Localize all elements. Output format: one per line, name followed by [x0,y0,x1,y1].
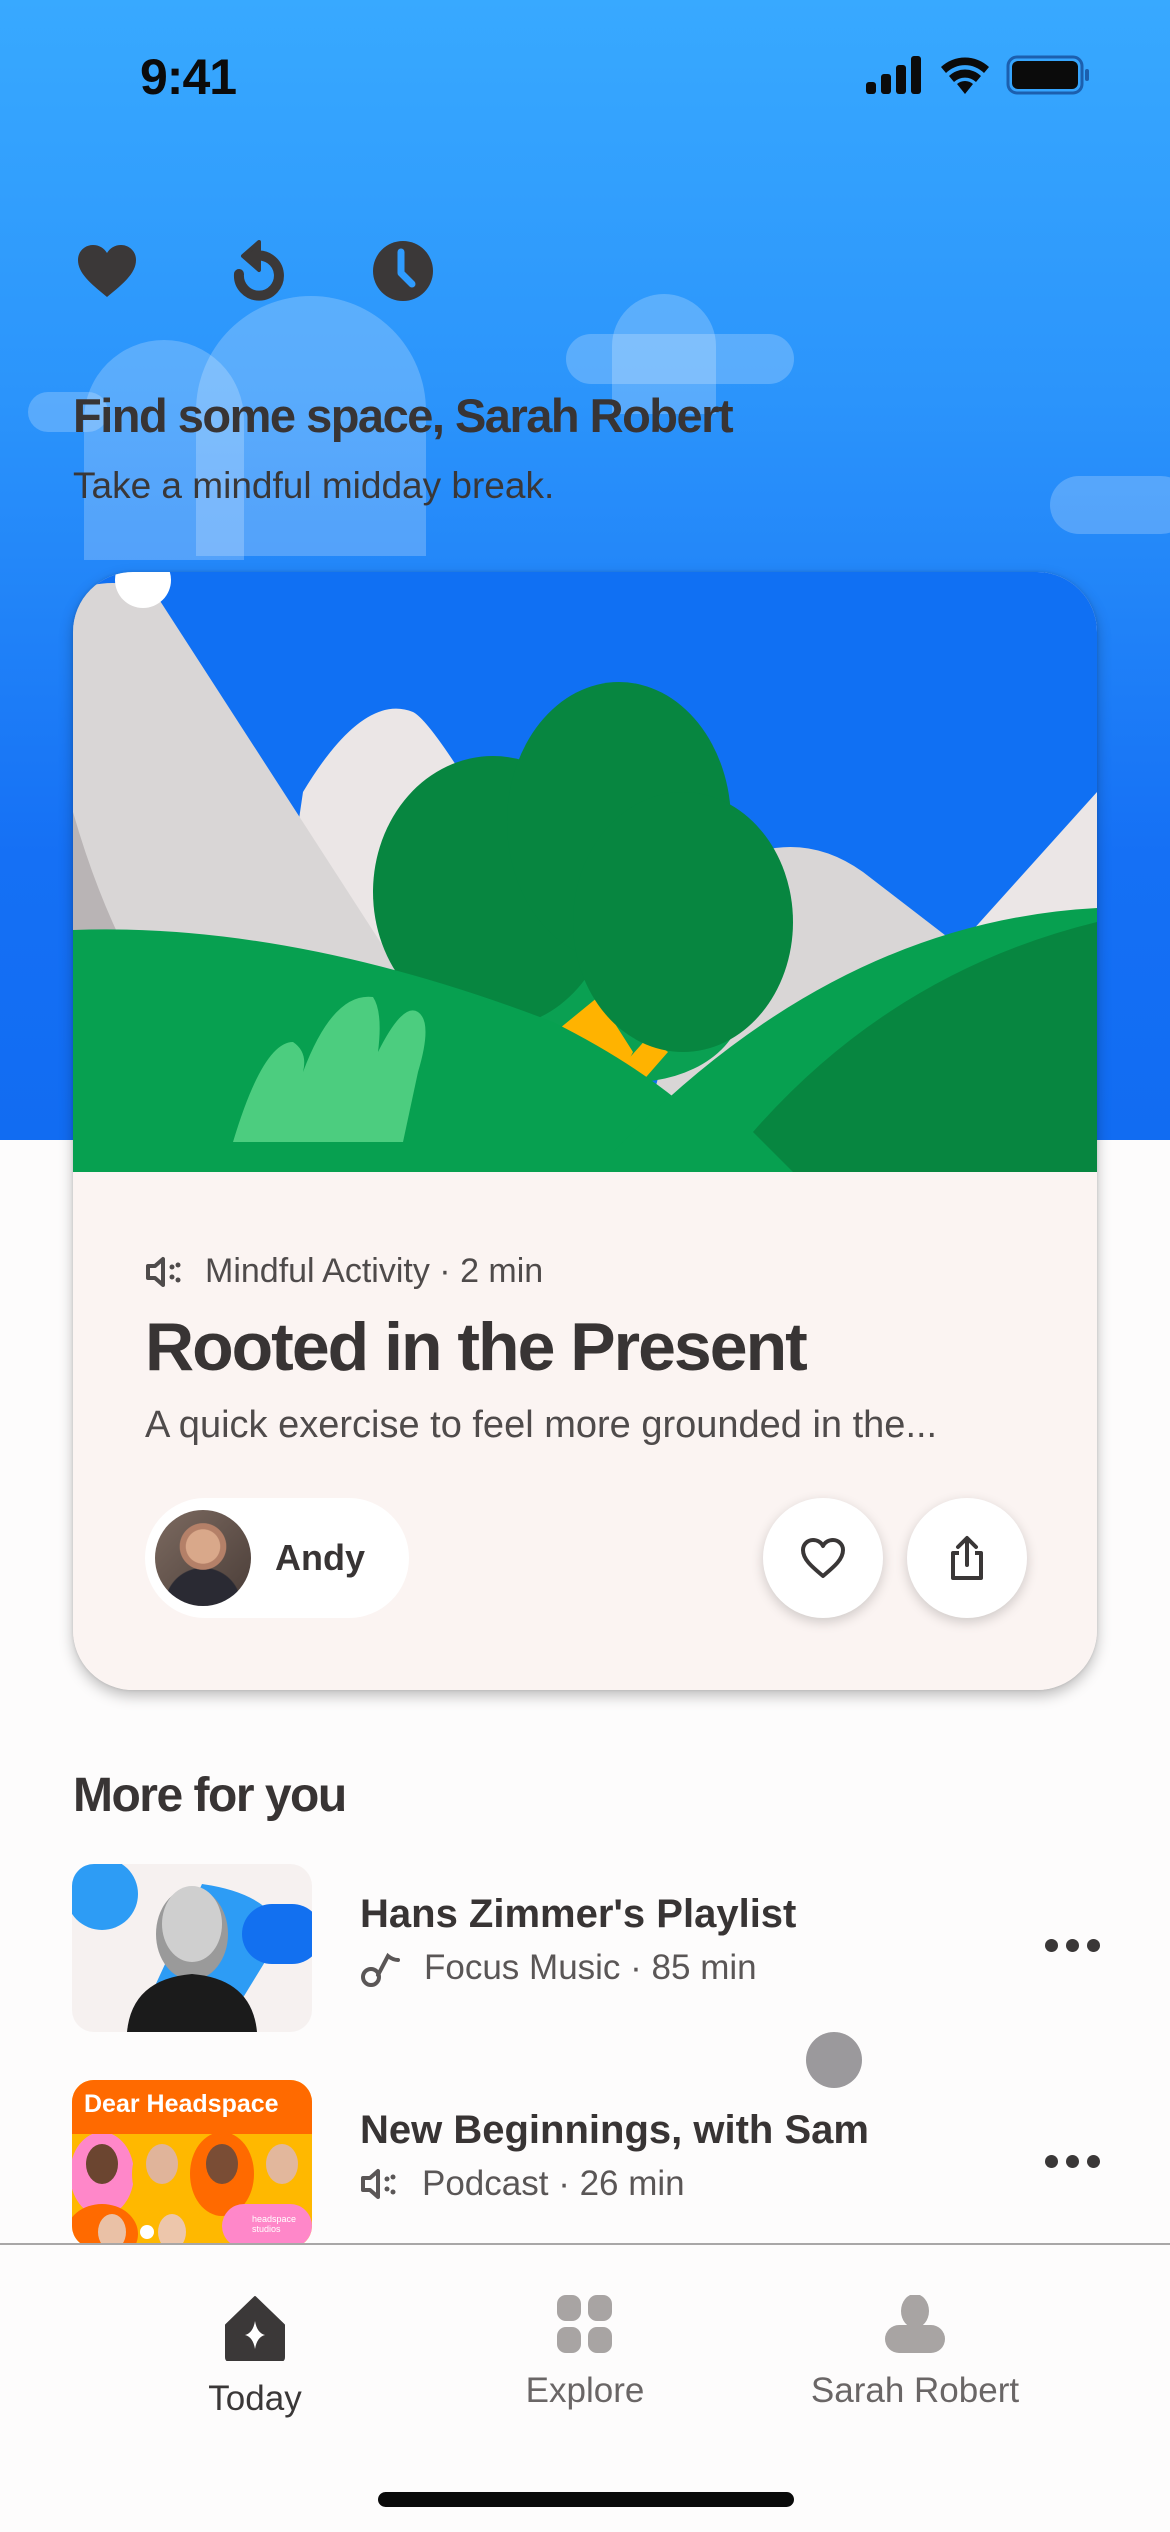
dear-headspace-thumbnail: Dear Headspace headspace studios [72,2080,312,2248]
dot [1044,1938,1058,1952]
status-icons [866,55,1090,95]
card-body: Mindful Activity · 2 min Rooted in the P… [73,1172,1097,1690]
today-home-icon [225,2296,285,2361]
wifi-icon [941,57,989,94]
dot [1086,2154,1100,2168]
recent-button[interactable] [222,238,288,304]
explore-grid-icon [557,2295,612,2353]
cellular-signal-icon [866,56,921,94]
thumbnail-badge: headspace studios [252,2214,297,2234]
section-title-more-for-you: More for you [73,1769,347,1822]
cloud [1050,476,1170,534]
status-time: 9:41 [140,49,237,105]
share-button[interactable] [907,1498,1027,1618]
tab-profile[interactable]: Sarah Robert [765,2295,1065,2411]
home-indicator[interactable] [378,2492,794,2507]
session-meta: Mindful Activity · 2 min [145,1252,543,1291]
replay-icon [233,240,284,301]
favorites-button[interactable] [74,238,140,304]
session-meta-text: Mindful Activity · 2 min [205,1252,544,1290]
profile-icon [885,2295,945,2353]
thumbnail-title: Dear Headspace [84,2090,279,2118]
cloud [84,340,244,560]
dot [1065,2154,1079,2168]
tab-label: Sarah Robert [810,2371,1020,2410]
heart-filled-icon [78,245,136,297]
item-meta: Focus Music · 85 min [360,1948,757,1988]
audio-speaker-icon [361,2169,396,2199]
quick-actions [74,238,436,304]
hans-zimmer-thumbnail [72,1864,312,2032]
item-title: Hans Zimmer's Playlist [360,1892,797,1936]
dot [1086,1938,1100,1952]
teacher-name: Andy [275,1537,365,1578]
status-bar: 9:41 [0,0,1170,150]
item-title: New Beginnings, with Sam [360,2108,869,2152]
tree-mountains-illustration [73,572,1097,1172]
more-options-button[interactable] [1032,1920,1112,1970]
tab-label: Explore [525,2371,645,2410]
greeting-title: Find some space, Sarah Robert [73,389,734,442]
cloud [566,334,794,384]
teacher-chip[interactable]: Andy [145,1498,409,1618]
item-meta-text: Podcast · 26 min [422,2164,685,2203]
music-note-icon [361,1952,400,1987]
history-button[interactable] [370,238,436,304]
tab-today[interactable]: Today [105,2295,405,2419]
heart-outline-icon [801,1538,845,1578]
battery-full-icon [1006,55,1089,95]
list-item[interactable]: Hans Zimmer's Playlist Focus Music · 85 … [72,1864,1112,2032]
item-meta: Podcast · 26 min [360,2164,685,2204]
tab-explore[interactable]: Explore [435,2295,735,2411]
tab-bar: Today Explore Sarah Robert [0,2243,1170,2532]
share-icon [951,1536,983,1580]
dot [1065,1938,1079,1952]
andy-avatar [155,1510,251,1606]
touch-indicator [806,2032,862,2088]
dot [1044,2154,1058,2168]
favorite-button[interactable] [763,1498,883,1618]
greeting-subtitle: Take a mindful midday break. [73,465,555,506]
list-item[interactable]: Dear Headspace headspace studios New Beg… [72,2080,1112,2248]
more-options-button[interactable] [1032,2136,1112,2186]
session-title: Rooted in the Present [145,1309,808,1385]
audio-speaker-icon [146,1256,181,1287]
item-meta-text: Focus Music · 85 min [424,1948,757,1987]
tab-label: Today [208,2379,302,2418]
featured-session-card[interactable]: Mindful Activity · 2 min Rooted in the P… [73,572,1097,1690]
session-description: A quick exercise to feel more grounded i… [145,1404,938,1446]
clock-icon [373,241,433,301]
